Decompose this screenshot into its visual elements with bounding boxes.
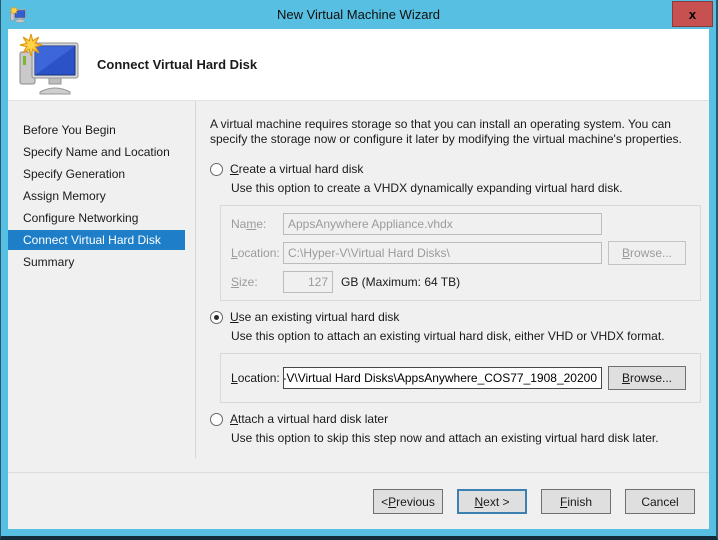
create-description: Use this option to create a VHDX dynamic… xyxy=(231,181,623,195)
existing-location-input[interactable]: C:\Hyper-V\Virtual Hard Disks\AppsAnywhe… xyxy=(283,367,602,389)
intro-text: A virtual machine requires storage so th… xyxy=(210,117,682,146)
page-content: A virtual machine requires storage so th… xyxy=(197,101,709,472)
sidebar-item-summary[interactable]: Summary xyxy=(8,252,185,272)
page-title: Connect Virtual Hard Disk xyxy=(97,57,258,72)
existing-disk-group: Location: C:\Hyper-V\Virtual Hard Disks\… xyxy=(220,353,701,403)
existing-location-label: Location: xyxy=(231,371,280,385)
radio-attach-virtual-hard-disk-later[interactable]: Attach a virtual hard disk later xyxy=(210,412,701,426)
sidebar-item-specify-name-and-location[interactable]: Specify Name and Location xyxy=(8,142,185,162)
wizard-window: New Virtual Machine Wizard x Connect Vir… xyxy=(0,0,718,540)
previous-button[interactable]: < Previous xyxy=(373,489,443,514)
sidebar-item-assign-memory[interactable]: Assign Memory xyxy=(8,186,185,206)
browse-button-disabled[interactable]: Browse... xyxy=(608,241,686,265)
sidebar-item-configure-networking[interactable]: Configure Networking xyxy=(8,208,185,228)
window-title: New Virtual Machine Wizard xyxy=(276,7,441,22)
browse-button[interactable]: Browse... xyxy=(608,366,686,390)
radio-existing-label: Use an existing virtual hard disk xyxy=(230,310,400,324)
existing-description: Use this option to attach an existing vi… xyxy=(231,329,665,343)
radio-button-icon[interactable] xyxy=(210,412,223,426)
create-disk-group: Name: AppsAnywhere Appliance.vhdx Locati… xyxy=(220,205,701,301)
wizard-footer: < Previous Next > Finish Cancel xyxy=(8,472,709,529)
size-label: Size: xyxy=(231,275,258,289)
attach-description: Use this option to skip this step now an… xyxy=(231,431,659,445)
size-suffix: GB (Maximum: 64 TB) xyxy=(341,275,461,289)
radio-attach-label: Attach a virtual hard disk later xyxy=(230,412,389,426)
finish-button[interactable]: Finish xyxy=(541,489,611,514)
new-vm-icon xyxy=(19,33,79,95)
name-label: Name: xyxy=(231,217,267,231)
titlebar: New Virtual Machine Wizard x xyxy=(1,0,716,29)
wizard-header: Connect Virtual Hard Disk xyxy=(8,29,709,101)
radio-button-selected-icon[interactable] xyxy=(210,310,223,324)
close-icon: x xyxy=(688,6,697,22)
name-input[interactable]: AppsAnywhere Appliance.vhdx xyxy=(283,213,602,235)
wizard-body: Before You Begin Specify Name and Locati… xyxy=(8,101,709,472)
radio-create-virtual-hard-disk[interactable]: Create a virtual hard disk xyxy=(210,162,701,176)
sidebar-item-specify-generation[interactable]: Specify Generation xyxy=(8,164,185,184)
sidebar-item-before-you-begin[interactable]: Before You Begin xyxy=(8,120,185,140)
location-input[interactable]: C:\Hyper-V\Virtual Hard Disks\ xyxy=(283,242,602,264)
next-button[interactable]: Next > xyxy=(457,489,527,514)
close-button[interactable]: x xyxy=(672,1,713,27)
cancel-button[interactable]: Cancel xyxy=(625,489,695,514)
radio-use-existing-virtual-hard-disk[interactable]: Use an existing virtual hard disk xyxy=(210,310,701,324)
radio-create-label: Create a virtual hard disk xyxy=(230,162,364,176)
sidebar: Before You Begin Specify Name and Locati… xyxy=(8,101,196,458)
location-label: Location: xyxy=(231,246,280,260)
sidebar-item-connect-virtual-hard-disk[interactable]: Connect Virtual Hard Disk xyxy=(8,230,185,250)
dialog-surface: Connect Virtual Hard Disk Before You Beg… xyxy=(8,29,709,529)
size-input[interactable]: 127 xyxy=(283,271,333,293)
radio-button-icon[interactable] xyxy=(210,162,223,176)
